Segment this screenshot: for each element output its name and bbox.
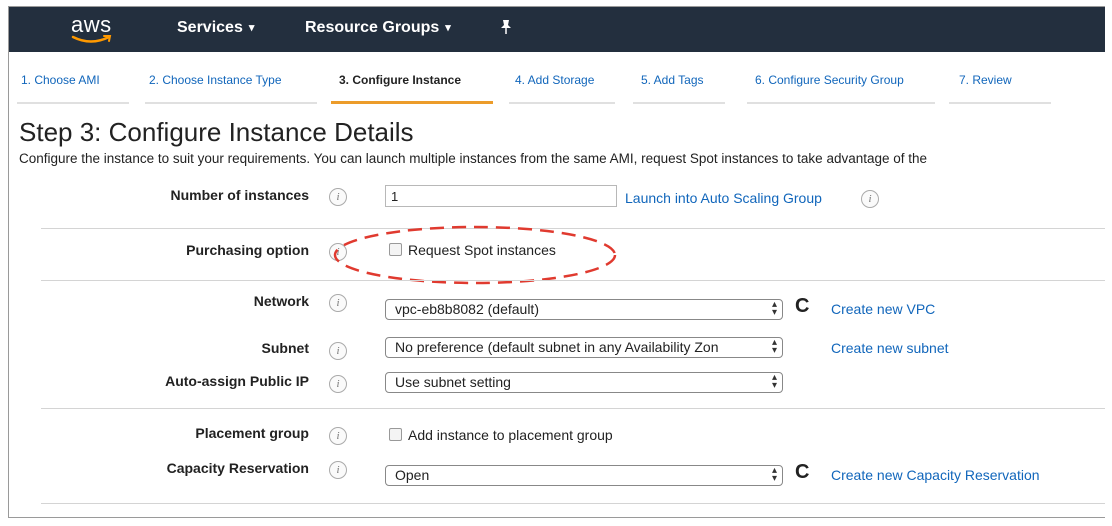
info-icon[interactable]: i bbox=[329, 461, 347, 479]
step-underline bbox=[509, 102, 615, 104]
section-divider bbox=[41, 408, 1105, 409]
step-underline bbox=[633, 102, 725, 104]
step-underline bbox=[949, 102, 1051, 104]
add-to-placement-group-label: Add instance to placement group bbox=[408, 427, 613, 443]
page-description: Configure the instance to suit your requ… bbox=[19, 151, 928, 166]
launch-into-auto-scaling-group-link[interactable]: Launch into Auto Scaling Group bbox=[625, 190, 822, 206]
add-to-placement-group-checkbox[interactable]: Add instance to placement group bbox=[389, 427, 613, 443]
page-title: Step 3: Configure Instance Details bbox=[19, 117, 414, 147]
aws-console-frame: aws Services ▾ Resource Groups ▾ 1. Choose… bbox=[8, 6, 1105, 518]
step-configure-security-group[interactable]: 6. Configure Security Group bbox=[755, 73, 904, 87]
select-arrows-icon: ▴ ▾ bbox=[771, 337, 777, 356]
auto-assign-public-ip-value: Use subnet setting bbox=[395, 374, 511, 390]
select-arrows-icon: ▴ ▾ bbox=[771, 372, 777, 391]
capacity-reservation-value: Open bbox=[395, 467, 430, 483]
info-icon[interactable]: i bbox=[329, 188, 347, 206]
aws-top-navigation-bar: aws Services ▾ Resource Groups ▾ bbox=[9, 7, 1105, 52]
network-label: Network bbox=[253, 293, 309, 309]
chevron-down-icon: ▾ bbox=[445, 22, 451, 34]
chevron-down-icon: ▾ bbox=[248, 22, 255, 34]
refresh-icon[interactable]: C bbox=[795, 295, 809, 318]
network-select-value: vpc-eb8b8082 (default) bbox=[395, 301, 539, 317]
step-review[interactable]: 7. Review bbox=[959, 73, 1012, 87]
info-icon[interactable]: i bbox=[861, 190, 879, 208]
aws-logo[interactable]: aws bbox=[69, 10, 125, 48]
info-icon[interactable]: i bbox=[329, 375, 347, 393]
subnet-label: Subnet bbox=[261, 340, 309, 356]
capacity-reservation-select[interactable]: Open ▴ ▾ bbox=[385, 465, 783, 486]
network-select[interactable]: vpc-eb8b8082 (default) ▴ ▾ bbox=[385, 299, 783, 320]
step-choose-instance-type[interactable]: 2. Choose Instance Type bbox=[149, 73, 282, 87]
wizard-steps: 1. Choose AMI 2. Choose Instance Type 3.… bbox=[9, 65, 1105, 104]
step-underline bbox=[145, 102, 317, 104]
auto-assign-public-ip-label: Auto-assign Public IP bbox=[165, 373, 309, 389]
section-divider bbox=[41, 280, 1105, 281]
step-choose-ami[interactable]: 1. Choose AMI bbox=[21, 73, 100, 87]
services-menu[interactable]: Services ▾ bbox=[177, 19, 254, 37]
select-arrows-icon: ▴ ▾ bbox=[771, 299, 777, 318]
step-add-storage[interactable]: 4. Add Storage bbox=[515, 73, 594, 87]
subnet-select[interactable]: No preference (default subnet in any Ava… bbox=[385, 337, 783, 358]
create-new-subnet-link[interactable]: Create new subnet bbox=[831, 340, 949, 356]
placement-group-label: Placement group bbox=[195, 425, 309, 441]
active-step-underline bbox=[331, 101, 493, 104]
number-of-instances-label: Number of instances bbox=[170, 187, 309, 203]
section-divider bbox=[41, 503, 1105, 504]
aws-smile-icon bbox=[71, 35, 112, 43]
resource-groups-menu[interactable]: Resource Groups ▾ bbox=[305, 19, 451, 37]
annotation-dashed-ellipse bbox=[333, 225, 617, 285]
info-icon[interactable]: i bbox=[329, 427, 347, 445]
purchasing-option-label: Purchasing option bbox=[186, 242, 309, 258]
number-of-instances-input[interactable] bbox=[385, 185, 617, 207]
info-icon[interactable]: i bbox=[329, 342, 347, 360]
create-new-vpc-link[interactable]: Create new VPC bbox=[831, 301, 935, 317]
resource-groups-label: Resource Groups bbox=[305, 19, 440, 36]
create-new-capacity-reservation-link[interactable]: Create new Capacity Reservation bbox=[831, 467, 1040, 483]
step-underline bbox=[17, 102, 129, 104]
services-label: Services bbox=[177, 19, 243, 36]
checkbox-icon[interactable] bbox=[389, 428, 402, 441]
subnet-select-value: No preference (default subnet in any Ava… bbox=[395, 339, 719, 355]
select-arrows-icon: ▴ ▾ bbox=[771, 465, 777, 484]
auto-assign-public-ip-select[interactable]: Use subnet setting ▴ ▾ bbox=[385, 372, 783, 393]
pin-icon[interactable] bbox=[499, 19, 513, 39]
refresh-icon[interactable]: C bbox=[795, 461, 809, 484]
capacity-reservation-label: Capacity Reservation bbox=[166, 460, 309, 476]
step-configure-instance[interactable]: 3. Configure Instance bbox=[339, 73, 461, 87]
step-add-tags[interactable]: 5. Add Tags bbox=[641, 73, 704, 87]
info-icon[interactable]: i bbox=[329, 294, 347, 312]
step-underline bbox=[747, 102, 935, 104]
